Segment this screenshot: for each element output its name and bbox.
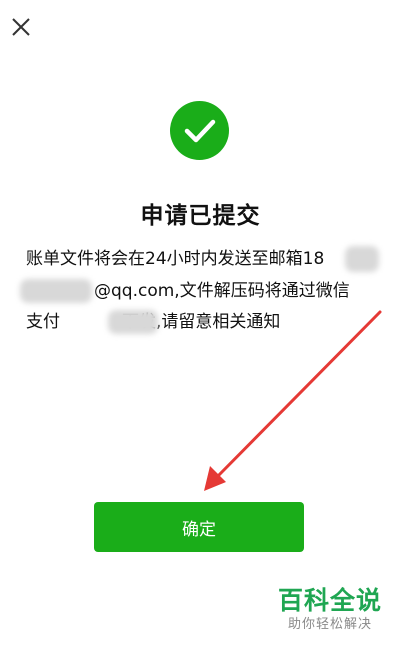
watermark-sub-text: 助你轻松解决	[287, 617, 372, 632]
close-button[interactable]	[8, 14, 34, 40]
redacted-blur	[20, 279, 92, 303]
watermark-logo: 百科全说 助你轻松解决	[275, 586, 385, 634]
redacted-blur	[108, 310, 158, 334]
dialog-title: 申请已提交	[140, 203, 261, 229]
watermark-main-text: 百科全说	[277, 586, 382, 615]
message-line-1: 账单文件将会在24小时内发送至邮箱18	[26, 249, 325, 269]
redacted-blur	[345, 246, 379, 272]
message-line-3-prefix: 支付	[26, 312, 60, 332]
checkmark-icon	[184, 119, 216, 143]
message-line-2: @qq.com,文件解压码将通过微信	[94, 281, 350, 301]
close-icon	[12, 18, 30, 36]
success-icon-circle	[170, 101, 229, 160]
confirm-button[interactable]: 确定	[94, 502, 304, 552]
